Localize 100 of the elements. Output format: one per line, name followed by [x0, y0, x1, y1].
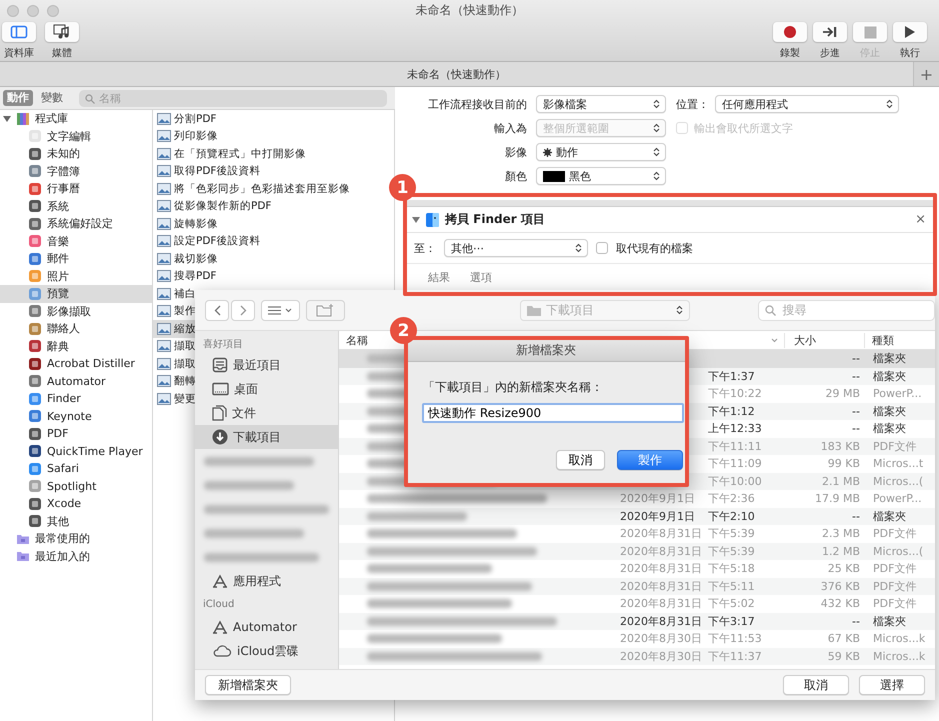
tree-item[interactable]: PDF	[0, 425, 152, 442]
action-item[interactable]: 分割PDF	[153, 110, 218, 128]
tree-item[interactable]: 郵件	[0, 250, 152, 268]
tree-item[interactable]: 照片	[0, 268, 152, 285]
action-item[interactable]: 將「色彩同步」色彩描述套用至影像	[153, 180, 352, 198]
new-folder-button[interactable]	[306, 300, 345, 320]
sidebar-item[interactable]: 文件	[195, 401, 338, 425]
popup-button[interactable]: 影像檔案	[536, 95, 666, 113]
action-item[interactable]: 取得PDF後設資料	[153, 162, 262, 180]
add-tab-button[interactable]: +	[914, 62, 939, 86]
card-tab[interactable]: 選項	[468, 270, 494, 285]
sidebar-item[interactable]: Automator	[195, 615, 338, 639]
tree-item[interactable]: 最近加入的	[0, 548, 152, 565]
disclosure-icon[interactable]	[412, 216, 420, 224]
size-cell-text: 1.2 MB	[820, 544, 861, 558]
action-item[interactable]: 變更	[153, 390, 198, 408]
popup-button[interactable]: 任何應用程式	[715, 95, 899, 113]
size-cell-text: 2.3 MB	[820, 527, 861, 540]
action-item[interactable]: 設定PDF後設資料	[153, 232, 262, 250]
new-folder-button[interactable]: 新增檔案夾	[205, 675, 291, 695]
tree-item[interactable]: QuickTime Player	[0, 442, 152, 460]
checkbox[interactable]	[596, 242, 608, 254]
action-item[interactable]: 裁切影像	[153, 250, 220, 268]
sidebar-item[interactable]: 桌面	[195, 377, 338, 401]
tree-item[interactable]: 文字編輯	[0, 128, 152, 145]
tree-item[interactable]: 程式庫	[0, 110, 152, 128]
tab[interactable]: 變數	[37, 90, 67, 106]
tree-item[interactable]: 系統	[0, 198, 152, 215]
view-options-button[interactable]	[261, 300, 300, 320]
action-item[interactable]: 列印影像	[153, 128, 220, 145]
section-header: iCloud	[202, 598, 236, 612]
tree-item[interactable]: 音樂	[0, 232, 152, 250]
back-button[interactable]	[205, 300, 229, 320]
toolbar-button[interactable]: 步進	[811, 22, 849, 60]
tree-item[interactable]: 其他	[0, 512, 152, 530]
toolbar-button[interactable]: 資料庫	[1, 22, 37, 60]
file-row[interactable]: 2020年8月31日 下午3:17 -- 檔案夾	[339, 612, 935, 630]
tree-item[interactable]: Automator	[0, 372, 152, 390]
tree-item[interactable]: 影像擷取	[0, 302, 152, 320]
minimize-button[interactable]	[27, 5, 39, 17]
tree-item[interactable]: 預覽	[0, 285, 152, 302]
dialog-button[interactable]: 取消	[556, 450, 605, 470]
action-item[interactable]: 擷取	[153, 338, 198, 355]
tree-item[interactable]: 聯絡人	[0, 320, 152, 338]
tree-item[interactable]: 行事曆	[0, 180, 152, 198]
action-item[interactable]: 旋轉影像	[153, 215, 220, 232]
tree-item[interactable]: Acrobat Distiller	[0, 355, 152, 372]
sidebar-item[interactable]: 應用程式	[195, 569, 338, 593]
tree-item[interactable]: Spotlight	[0, 478, 152, 495]
popup-button[interactable]: 其他⋯	[444, 239, 588, 257]
action-item[interactable]: 從影像製作新的PDF	[153, 198, 274, 215]
action-item[interactable]: 製作	[153, 302, 198, 320]
tree-item[interactable]: 系統偏好設定	[0, 215, 152, 232]
choose-button[interactable]: 選擇	[859, 675, 925, 695]
tree-item[interactable]: Safari	[0, 460, 152, 478]
app-icon	[28, 514, 42, 528]
tree-item[interactable]: 未知的	[0, 145, 152, 162]
close-button[interactable]	[7, 5, 19, 17]
action-item[interactable]: 擷取	[153, 355, 198, 372]
column-header[interactable]: 大小	[784, 332, 864, 348]
tree-item[interactable]: Keynote	[0, 408, 152, 425]
action-item[interactable]: 補白	[153, 285, 198, 302]
column-header[interactable]: 種類	[864, 332, 935, 348]
card-tab[interactable]: 結果	[426, 270, 452, 285]
action-item[interactable]: 翻轉	[153, 372, 198, 390]
search-field[interactable]: 名稱	[79, 90, 387, 106]
file-row[interactable]: 2020年9月1日 下午2:10 -- 檔案夾	[339, 508, 935, 525]
size-cell-text: --	[851, 614, 861, 628]
toolbar-button[interactable]: 錄製	[771, 22, 809, 60]
sidebar-item[interactable]: 下載項目	[195, 425, 338, 449]
sort-icon[interactable]	[771, 338, 778, 342]
updown-icon	[653, 99, 660, 109]
sidebar-item[interactable]: iCloud雲碟	[195, 639, 338, 663]
time-cell: 下午5:39	[708, 544, 755, 559]
text-field[interactable]: 快速動作 Resize900	[422, 403, 684, 423]
close-button[interactable]: ×	[913, 212, 928, 227]
action-item[interactable]: 在「預覽程式」中打開影像	[153, 145, 308, 162]
zoom-button[interactable]	[47, 5, 59, 17]
time-cell: 下午11:37	[708, 648, 762, 664]
search-field[interactable]: 搜尋	[758, 300, 935, 320]
action-item[interactable]: 搜尋PDF	[153, 268, 218, 285]
cancel-button[interactable]: 取消	[783, 675, 849, 695]
disclosure-icon[interactable]	[3, 114, 11, 123]
image-icon	[157, 182, 171, 195]
tree-item[interactable]: 辭典	[0, 338, 152, 355]
tree-item[interactable]: Xcode	[0, 495, 152, 512]
toolbar-button[interactable]: 執行	[891, 22, 929, 60]
popup-button[interactable]: 動作	[536, 143, 666, 161]
forward-button[interactable]	[231, 300, 255, 320]
tree-item[interactable]: Finder	[0, 390, 152, 408]
toolbar-button[interactable]: 媒體	[44, 22, 80, 60]
image-icon	[157, 112, 171, 125]
tree-item[interactable]: 最常使用的	[0, 530, 152, 548]
action-item[interactable]: 縮放	[153, 320, 198, 338]
app-icon	[28, 164, 42, 178]
app-icon	[28, 199, 42, 214]
sidebar-item[interactable]: 最近項目	[195, 353, 338, 377]
document-tab[interactable]: 未命名（快速動作）	[403, 66, 510, 82]
popup-button[interactable]: 黑色	[536, 167, 666, 185]
tree-item[interactable]: 字體簿	[0, 162, 152, 180]
